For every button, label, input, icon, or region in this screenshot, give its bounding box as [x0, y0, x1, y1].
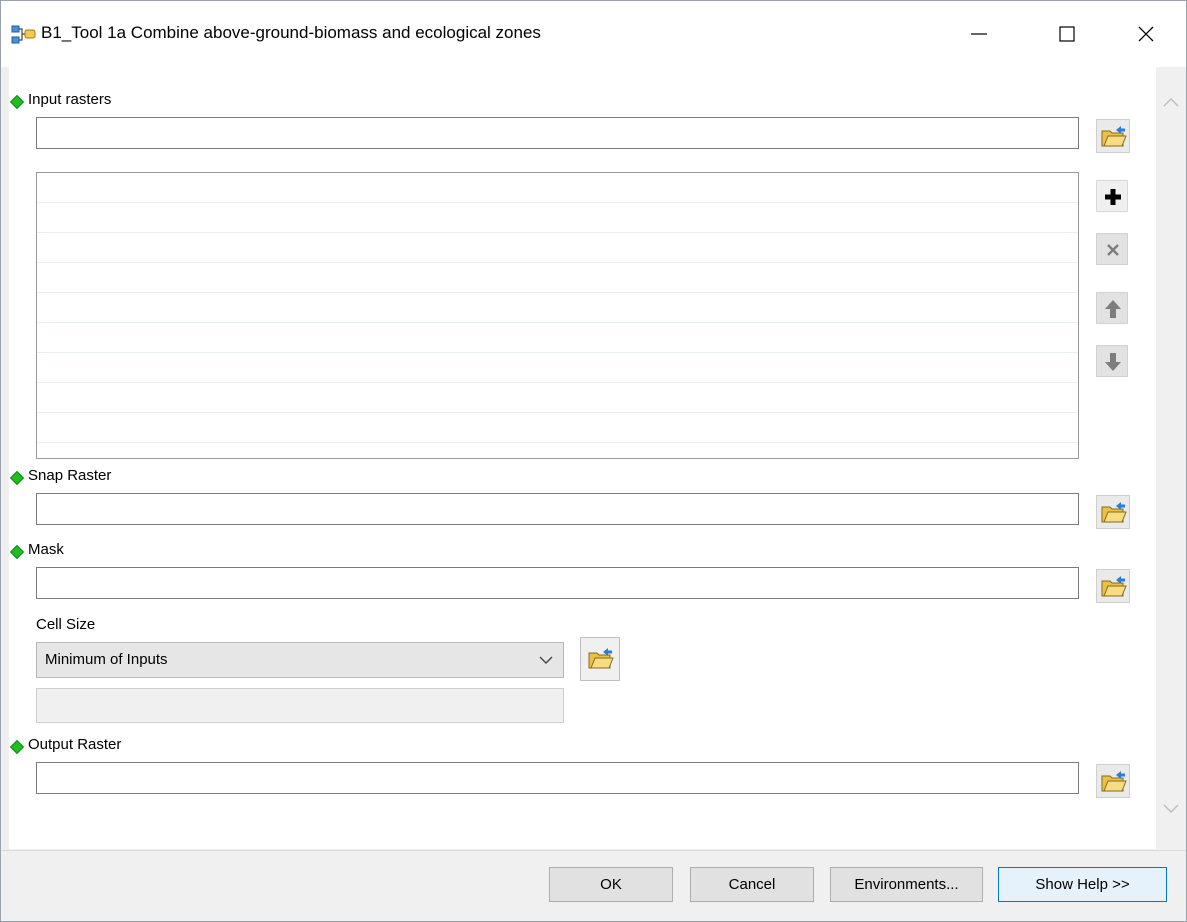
snap-raster-browse-button[interactable] — [1096, 495, 1130, 529]
window-title: B1_Tool 1a Combine above-ground-biomass … — [41, 23, 541, 42]
list-item[interactable] — [37, 263, 1078, 293]
title-bar: B1_Tool 1a Combine above-ground-biomass … — [1, 1, 1186, 67]
mask-field[interactable] — [36, 567, 1079, 599]
add-icon — [1105, 189, 1121, 205]
remove-item-button[interactable] — [1096, 233, 1128, 265]
list-item[interactable] — [37, 203, 1078, 233]
input-rasters-list[interactable] — [36, 172, 1079, 459]
list-item[interactable] — [37, 383, 1078, 413]
close-button[interactable] — [1123, 1, 1169, 67]
scroll-down-icon[interactable] — [1162, 802, 1180, 816]
move-up-icon — [1105, 300, 1121, 318]
maximize-icon — [1059, 26, 1075, 42]
required-parameter-icon — [9, 739, 25, 755]
remove-icon — [1107, 244, 1119, 256]
close-icon — [1138, 26, 1154, 42]
snap-raster-field[interactable] — [36, 493, 1079, 525]
output-raster-field[interactable] — [36, 762, 1079, 794]
folder-open-icon — [1101, 502, 1127, 523]
ok-button[interactable]: OK — [549, 867, 673, 902]
required-parameter-icon — [9, 470, 25, 486]
required-parameter-icon — [9, 94, 25, 110]
move-down-button[interactable] — [1096, 345, 1128, 377]
show-help-button[interactable]: Show Help >> — [998, 867, 1167, 902]
cell-size-selected: Minimum of Inputs — [45, 651, 168, 668]
vertical-scrollbar[interactable] — [1156, 67, 1186, 849]
input-rasters-field[interactable] — [36, 117, 1079, 149]
list-item[interactable] — [37, 353, 1078, 383]
mask-label: Mask — [28, 541, 64, 558]
move-down-icon — [1105, 353, 1121, 371]
chevron-down-icon — [539, 656, 553, 664]
cell-size-label: Cell Size — [36, 616, 96, 633]
output-raster-browse-button[interactable] — [1096, 764, 1130, 798]
snap-raster-label: Snap Raster — [28, 467, 112, 484]
move-up-button[interactable] — [1096, 292, 1128, 324]
folder-open-icon — [588, 648, 614, 669]
list-item[interactable] — [37, 233, 1078, 263]
list-item[interactable] — [37, 293, 1078, 323]
cell-size-browse-button[interactable] — [580, 637, 620, 681]
dialog-footer: OK Cancel Environments... Show Help >> — [1, 850, 1186, 921]
cell-size-value-field — [36, 688, 564, 723]
folder-open-icon — [1101, 576, 1127, 597]
scroll-up-icon[interactable] — [1162, 95, 1180, 109]
cell-size-dropdown[interactable]: Minimum of Inputs — [36, 642, 564, 678]
parameters-panel: Input rasters Snap Raster Mask Cell Size… — [9, 67, 1186, 849]
list-item[interactable] — [37, 413, 1078, 443]
maximize-button[interactable] — [1044, 1, 1090, 67]
environments-button[interactable]: Environments... — [830, 867, 983, 902]
output-raster-label: Output Raster — [28, 736, 122, 753]
mask-browse-button[interactable] — [1096, 569, 1130, 603]
input-rasters-label: Input rasters — [28, 91, 112, 108]
folder-open-icon — [1101, 126, 1127, 147]
required-parameter-icon — [9, 544, 25, 560]
minimize-icon — [971, 33, 987, 35]
folder-open-icon — [1101, 771, 1127, 792]
list-item[interactable] — [37, 323, 1078, 353]
add-item-button[interactable] — [1096, 180, 1128, 212]
input-rasters-browse-button[interactable] — [1096, 119, 1130, 153]
minimize-button[interactable] — [956, 1, 1002, 67]
cancel-button[interactable]: Cancel — [690, 867, 814, 902]
list-item[interactable] — [37, 173, 1078, 203]
tool-dialog: B1_Tool 1a Combine above-ground-biomass … — [0, 0, 1187, 922]
model-tool-icon — [11, 25, 36, 44]
